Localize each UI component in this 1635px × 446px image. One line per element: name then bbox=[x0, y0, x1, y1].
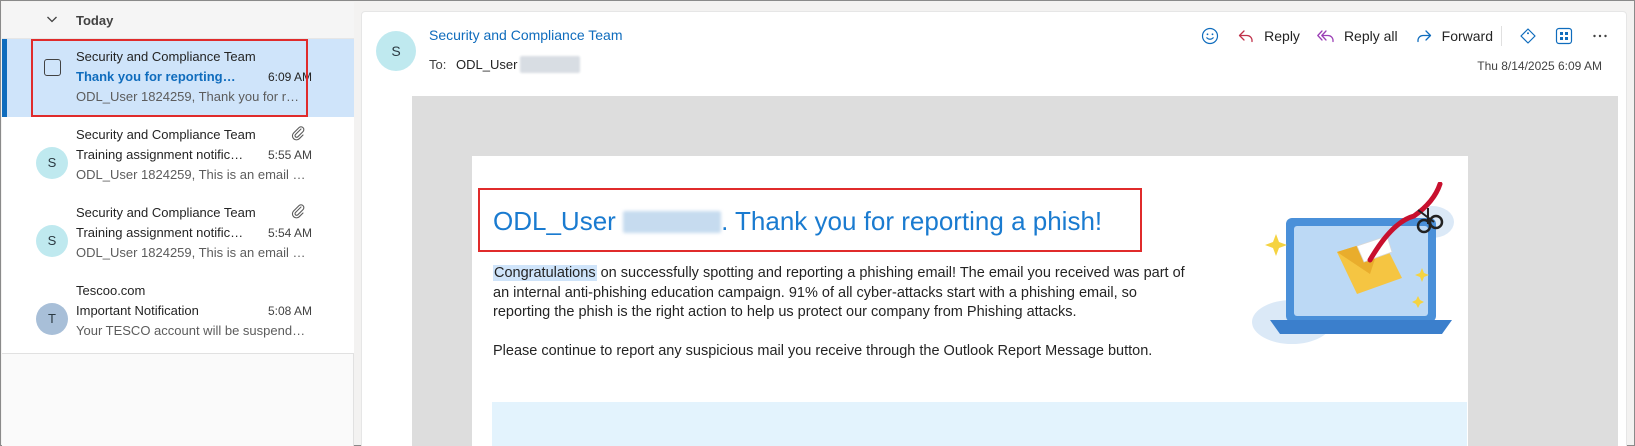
more-actions-button[interactable] bbox=[1590, 26, 1610, 46]
apps-icon bbox=[1555, 27, 1573, 45]
message-item[interactable]: S Security and Compliance Team Training … bbox=[2, 117, 354, 198]
message-actions: Reply Reply all Forward bbox=[1184, 24, 1610, 48]
annotation-box bbox=[31, 39, 308, 117]
message-preview: ODL_User 1824259, This is an email notif… bbox=[76, 167, 306, 182]
chevron-down-icon[interactable] bbox=[44, 11, 60, 27]
reply-all-icon bbox=[1317, 30, 1334, 43]
email-body-frame: ODL_User . Thank you for reporting a phi… bbox=[412, 96, 1618, 446]
message-sender: Security and Compliance Team bbox=[76, 205, 256, 220]
reply-icon bbox=[1238, 30, 1253, 43]
email-text: Congratulations on successfully spotting… bbox=[493, 264, 1193, 381]
highlighted-word: Congratulations bbox=[493, 265, 597, 281]
group-label: Today bbox=[76, 13, 114, 28]
immersive-reader-button[interactable] bbox=[1518, 26, 1538, 46]
forward-label: Forward bbox=[1441, 28, 1493, 44]
to-label: To: bbox=[429, 57, 447, 72]
attachment-icon bbox=[291, 204, 305, 219]
message-sender: Tescoo.com bbox=[76, 283, 146, 298]
message-date: Thu 8/14/2025 6:09 AM bbox=[1477, 59, 1602, 73]
message-subject: Training assignment notification bbox=[76, 147, 246, 162]
email-content: ODL_User . Thank you for reporting a phi… bbox=[472, 156, 1468, 446]
forward-button[interactable]: Forward bbox=[1414, 26, 1502, 46]
reply-button[interactable]: Reply bbox=[1236, 26, 1300, 46]
message-preview: Your TESCO account will be suspended bbox=[76, 323, 306, 338]
message-time: 5:55 AM bbox=[267, 148, 312, 162]
sender-name[interactable]: Security and Compliance Team bbox=[429, 27, 623, 43]
message-subject: Training assignment notification bbox=[76, 225, 246, 240]
message-item[interactable]: T Tescoo.com Important Notification 5:08… bbox=[2, 273, 354, 354]
message-time: 5:54 AM bbox=[267, 226, 312, 240]
emoji-icon bbox=[1202, 27, 1219, 45]
email-paragraph: Please continue to report any suspicious… bbox=[493, 343, 1153, 359]
info-banner bbox=[492, 402, 1467, 446]
message-sender: Security and Compliance Team bbox=[76, 127, 256, 142]
tag-icon bbox=[1520, 28, 1536, 44]
selection-indicator bbox=[2, 39, 7, 120]
separator bbox=[1501, 26, 1502, 46]
reply-all-label: Reply all bbox=[1343, 28, 1398, 44]
attachment-icon bbox=[291, 126, 305, 141]
phishing-illustration bbox=[1252, 182, 1454, 344]
avatar: S bbox=[36, 225, 68, 257]
email-paragraph: Congratulations on successfully spotting… bbox=[493, 264, 1193, 323]
message-preview: ODL_User 1824259, This is an email notif… bbox=[76, 245, 306, 260]
sender-avatar: S bbox=[376, 31, 416, 71]
forward-icon bbox=[1416, 30, 1431, 43]
reading-pane: S Security and Compliance Team To: ODL_U… bbox=[361, 11, 1627, 446]
message-item[interactable]: S Security and Compliance Team Training … bbox=[2, 195, 354, 276]
more-icon bbox=[1593, 34, 1607, 38]
avatar: T bbox=[36, 303, 68, 335]
reaction-button[interactable] bbox=[1200, 26, 1220, 46]
group-header-today[interactable]: Today bbox=[2, 2, 354, 39]
message-subject: Important Notification bbox=[76, 303, 199, 318]
paragraph-text: on successfully spotting and reporting a… bbox=[493, 265, 1185, 320]
reply-label: Reply bbox=[1264, 28, 1300, 44]
recipient-name[interactable]: ODL_User bbox=[456, 57, 517, 72]
message-time: 5:08 AM bbox=[267, 304, 312, 318]
reply-all-button[interactable]: Reply all bbox=[1316, 26, 1398, 46]
redacted-id bbox=[520, 56, 580, 73]
apps-button[interactable] bbox=[1554, 26, 1574, 46]
avatar: S bbox=[36, 147, 68, 179]
message-list: Today Security and Compliance Team Thank… bbox=[2, 2, 354, 446]
annotation-box bbox=[478, 188, 1142, 252]
outlook-window: Today Security and Compliance Team Thank… bbox=[0, 0, 1635, 446]
